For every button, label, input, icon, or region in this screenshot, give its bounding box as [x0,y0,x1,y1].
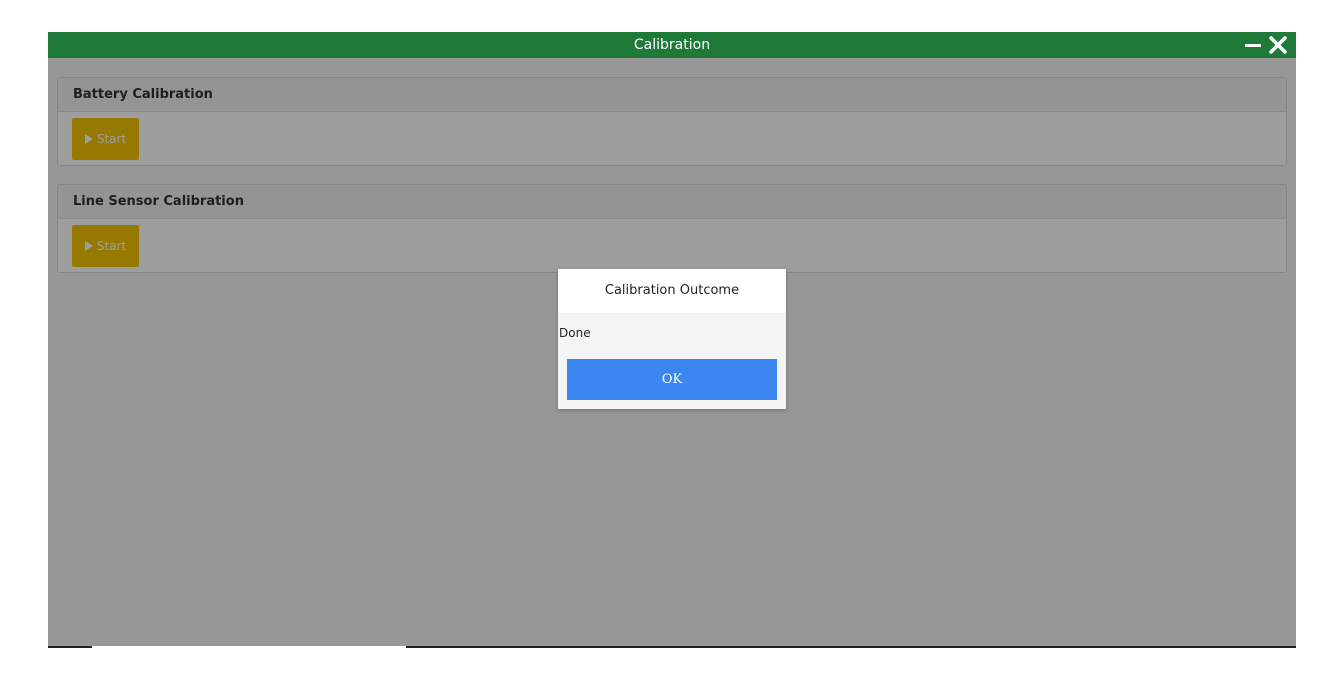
calibration-outcome-dialog: Calibration Outcome Done OK [558,269,786,409]
dialog-message: Done [559,326,591,340]
dialog-body: Done OK [558,314,786,409]
window-bottom-edge [48,646,1296,648]
title-bar[interactable]: Calibration [48,32,1296,58]
dialog-title: Calibration Outcome [558,269,786,314]
close-icon[interactable] [1268,35,1288,55]
bottom-edge-gap [92,646,406,648]
minimize-icon[interactable] [1243,35,1263,55]
ok-button[interactable]: OK [567,359,777,400]
window-title: Calibration [633,37,711,53]
